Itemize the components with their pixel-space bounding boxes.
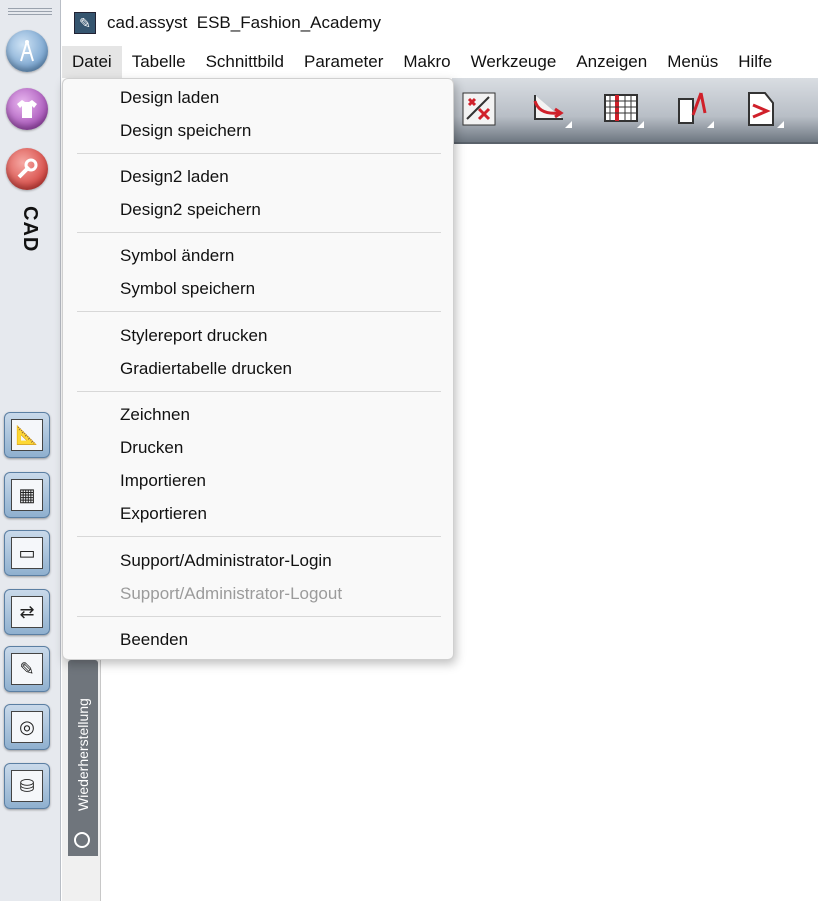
menu-item-exportieren[interactable]: Exportieren xyxy=(120,504,207,524)
launcher-grip[interactable] xyxy=(8,8,52,18)
drafting-button[interactable]: 📐 xyxy=(4,412,50,458)
exchange-button[interactable]: ⇄ xyxy=(4,589,50,635)
main-toolbar xyxy=(452,78,818,144)
menu-separator xyxy=(77,153,441,154)
database-button[interactable]: ⛁ xyxy=(4,763,50,809)
table-grid-icon xyxy=(604,94,638,122)
title-bar: ✎ cad.assyst ESB_Fashion_Academy xyxy=(62,0,818,46)
drafting-icon: 📐 xyxy=(11,419,43,451)
tool-delete-points[interactable] xyxy=(458,88,500,130)
menu-datei[interactable]: Datei xyxy=(62,46,122,78)
cad-label: CAD xyxy=(19,206,41,253)
plotter-button[interactable]: ▭ xyxy=(4,530,50,576)
dock-tab-wiederherstellung[interactable]: Wiederherstellung xyxy=(68,660,98,856)
globe-icon: ◎ xyxy=(11,711,43,743)
menu-item-support-logout: Support/Administrator-Logout xyxy=(120,584,343,603)
dropdown-corner xyxy=(637,121,644,128)
datei-dropdown-menu: Design laden Design speichern Design2 la… xyxy=(62,78,454,660)
menu-separator xyxy=(77,616,441,617)
dropdown-corner xyxy=(707,121,714,128)
window-title: cad.assyst ESB_Fashion_Academy xyxy=(107,13,382,32)
tool-pattern-compass[interactable] xyxy=(670,88,714,130)
calculator-icon: ▦ xyxy=(11,479,43,511)
menu-makro[interactable]: Makro xyxy=(393,46,460,78)
delete-points-icon xyxy=(462,92,496,126)
compass-icon xyxy=(20,40,34,62)
dock-tab-label: Wiederherstellung xyxy=(75,698,91,812)
menu-item-importieren[interactable]: Importieren xyxy=(120,471,206,491)
menu-separator xyxy=(77,311,441,312)
restore-icon xyxy=(74,832,90,848)
app-launcher-bar: CAD 📐 ▦ ▭ ⇄ ✎ ◎ ⛁ xyxy=(0,0,61,901)
menu-item-design2-speichern[interactable]: Design2 speichern xyxy=(120,200,261,220)
menu-item-beenden[interactable]: Beenden xyxy=(120,630,188,650)
menu-separator xyxy=(77,391,441,392)
app-icon: ✎ xyxy=(74,12,96,34)
menu-item-stylereport-drucken[interactable]: Stylereport drucken xyxy=(120,326,267,346)
measure-curve-icon xyxy=(533,95,564,120)
menu-tabelle[interactable]: Tabelle xyxy=(122,46,196,78)
menu-menues[interactable]: Menüs xyxy=(657,46,728,78)
menu-item-design2-laden[interactable]: Design2 laden xyxy=(120,167,229,187)
menu-item-drucken[interactable]: Drucken xyxy=(120,438,183,458)
menu-item-symbol-aendern[interactable]: Symbol ändern xyxy=(120,246,234,266)
menu-separator xyxy=(77,536,441,537)
menu-item-design-speichern[interactable]: Design speichern xyxy=(120,121,251,141)
calculator-button[interactable]: ▦ xyxy=(4,472,50,518)
shirt-icon xyxy=(17,100,37,118)
menu-item-support-login[interactable]: Support/Administrator-Login xyxy=(120,551,332,571)
menu-bar: Datei Tabelle Schnittbild Parameter Makr… xyxy=(62,46,818,78)
plotter-icon: ▭ xyxy=(11,537,43,569)
pattern-compass-icon xyxy=(678,92,707,124)
compass-launcher-button[interactable] xyxy=(6,30,48,72)
menu-anzeigen[interactable]: Anzeigen xyxy=(566,46,657,78)
menu-item-design-laden[interactable]: Design laden xyxy=(120,88,219,108)
menu-schnittbild[interactable]: Schnittbild xyxy=(196,46,294,78)
menu-item-zeichnen[interactable]: Zeichnen xyxy=(120,405,190,425)
database-icon: ⛁ xyxy=(11,770,43,802)
menu-separator xyxy=(77,232,441,233)
exchange-icon: ⇄ xyxy=(11,596,43,628)
menu-item-gradiertabelle-drucken[interactable]: Gradiertabelle drucken xyxy=(120,359,292,379)
tool-measure-curve[interactable] xyxy=(528,88,572,130)
pattern-piece-icon xyxy=(748,92,774,126)
menu-hilfe[interactable]: Hilfe xyxy=(728,46,782,78)
wrench-icon xyxy=(17,158,38,179)
tool-table-grid[interactable] xyxy=(600,88,644,130)
globe-button[interactable]: ◎ xyxy=(4,704,50,750)
tool-pattern-piece[interactable] xyxy=(740,88,784,130)
menu-item-symbol-speichern[interactable]: Symbol speichern xyxy=(120,279,255,299)
menu-parameter[interactable]: Parameter xyxy=(294,46,393,78)
dropdown-corner xyxy=(777,121,784,128)
notepad-button[interactable]: ✎ xyxy=(4,646,50,692)
wrench-launcher-button[interactable] xyxy=(6,148,48,190)
menu-werkzeuge[interactable]: Werkzeuge xyxy=(461,46,567,78)
dropdown-corner xyxy=(565,121,572,128)
notepad-icon: ✎ xyxy=(11,653,43,685)
shirt-launcher-button[interactable] xyxy=(6,88,48,130)
